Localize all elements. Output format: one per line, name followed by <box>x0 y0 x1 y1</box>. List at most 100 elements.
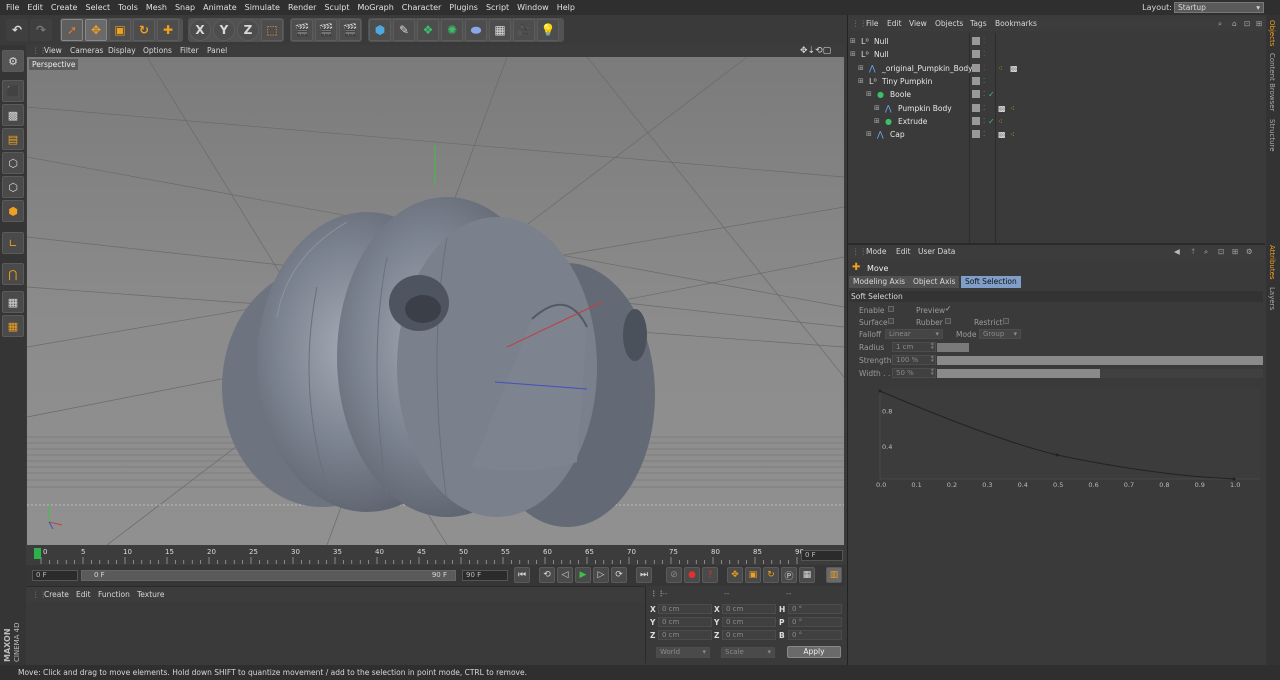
layer-icon[interactable] <box>972 116 980 125</box>
z-axis-button[interactable]: Z <box>237 19 259 41</box>
tag-checker-icon[interactable]: ▩ <box>998 102 1006 115</box>
layer-icon[interactable] <box>972 103 980 112</box>
position-field[interactable]: 0 cm <box>658 630 712 640</box>
camera-button[interactable]: 🎥 <box>513 19 535 41</box>
width-field[interactable]: 50 % ⁑ <box>892 368 936 378</box>
tab-structure[interactable]: Structure <box>1268 119 1276 152</box>
home-icon[interactable]: ⌂ <box>1232 17 1237 31</box>
cube-primitive-button[interactable]: ⬢ <box>369 19 391 41</box>
material-menu-texture[interactable]: Texture <box>137 587 164 602</box>
tab-layers[interactable]: Layers <box>1268 287 1276 310</box>
radius-slider[interactable] <box>937 343 969 352</box>
lock-icon[interactable]: ⊞ <box>1232 245 1238 259</box>
menu-item-tools[interactable]: Tools <box>114 0 142 15</box>
tab-content-browser[interactable]: Content Browser <box>1268 53 1276 111</box>
texture-mode-button[interactable]: ▩ <box>2 104 24 126</box>
attr-menu-user-data[interactable]: User Data <box>918 245 955 259</box>
object-name[interactable]: Pumpkin Body <box>898 102 952 115</box>
tab-attributes[interactable]: Attributes <box>1268 245 1276 280</box>
menu-item-sculpt[interactable]: Sculpt <box>320 0 353 15</box>
object-row[interactable]: ⊞ L⁰ Tiny Pumpkin ⁚ <box>848 75 1266 88</box>
tab-modeling-axis[interactable]: Modeling Axis <box>849 276 910 288</box>
tab-object-axis[interactable]: Object Axis <box>909 276 960 288</box>
material-menu-create[interactable]: Create <box>44 587 69 602</box>
world-select[interactable]: World ▾ <box>656 647 710 658</box>
viewport-menu-options[interactable]: Options <box>143 45 172 57</box>
object-row[interactable]: ⊞ ⋀ Cap ⁚ ▩ ⁖ <box>848 128 1266 141</box>
apply-button[interactable]: Apply <box>787 646 841 658</box>
back-arrow-icon[interactable]: ◀ <box>1174 245 1180 259</box>
menu-item-snap[interactable]: Snap <box>171 0 199 15</box>
settings-icon[interactable]: ⚙ <box>1246 245 1253 259</box>
object-name[interactable]: Tiny Pumpkin <box>882 75 932 88</box>
rotation-field[interactable]: 0 ° <box>788 604 842 614</box>
undo-button[interactable]: ↶ <box>6 19 28 41</box>
end-frame-field[interactable]: 90 F <box>462 570 508 581</box>
expand-toggle-icon[interactable]: ⊞ <box>850 35 856 48</box>
object-row[interactable]: ⊞ ● Boole ⁚ ✓ <box>848 88 1266 101</box>
viewport-menu-panel[interactable]: Panel <box>207 45 227 57</box>
tab-objects[interactable]: Objects <box>1268 20 1276 46</box>
visibility-dots-icon[interactable]: ⁚ <box>983 88 985 101</box>
menu-item-window[interactable]: Window <box>513 0 553 15</box>
falloff-curve-graph[interactable]: 0.8 0.4 0.0 0.1 0.2 0.3 0.4 0.5 0.6 0.7 0.8 0.9 1.0 <box>852 379 1262 489</box>
rotate-tool-button[interactable]: ↻ <box>133 19 155 41</box>
falloff-select[interactable]: Linear ▾ <box>885 329 943 339</box>
size-field[interactable]: 0 cm <box>722 604 776 614</box>
menu-item-animate[interactable]: Animate <box>199 0 241 15</box>
tag-points-icon[interactable]: ⁖ <box>1010 102 1015 115</box>
menu-item-character[interactable]: Character <box>398 0 446 15</box>
size-field[interactable]: 0 cm <box>722 617 776 627</box>
perspective-viewport[interactable]: Perspective <box>27 57 844 545</box>
viewport-menu-cameras[interactable]: Cameras <box>70 45 103 57</box>
material-menu-edit[interactable]: Edit <box>76 587 91 602</box>
light-button[interactable]: 💡 <box>537 19 559 41</box>
tag-checker-icon[interactable]: ▩ <box>1010 62 1018 75</box>
snap-button[interactable]: ⋂ <box>2 263 24 285</box>
frame-range-slider[interactable]: 0 F 90 F <box>81 570 456 581</box>
next-frame-button[interactable]: ▷ <box>593 567 609 583</box>
object-menu-bookmarks[interactable]: Bookmarks <box>995 17 1037 31</box>
object-row[interactable]: ⊞ L⁰ Null ⁚ <box>848 35 1266 48</box>
layout-select[interactable]: Startup ▾ <box>1174 2 1264 13</box>
record-keys-button[interactable]: ⊘ <box>666 567 682 583</box>
viewport-menu-filter[interactable]: Filter <box>180 45 199 57</box>
render-settings-button[interactable]: 🎬 <box>339 19 361 41</box>
expand-toggle-icon[interactable]: ⊞ <box>874 102 880 115</box>
object-menu-file[interactable]: File <box>866 17 879 31</box>
search-icon[interactable]: ⌕ <box>1218 17 1222 31</box>
scale-tool-button[interactable]: ▣ <box>109 19 131 41</box>
layer-icon[interactable] <box>972 37 980 45</box>
new-window-icon[interactable]: ⊡ <box>1218 245 1224 259</box>
move-tool-button[interactable]: ✥ <box>85 19 107 41</box>
x-axis-button[interactable]: X <box>189 19 211 41</box>
menu-item-edit[interactable]: Edit <box>23 0 47 15</box>
pen-spline-button[interactable]: ✎ <box>393 19 415 41</box>
position-field[interactable]: 0 cm <box>658 604 712 614</box>
enable-checkbox[interactable] <box>888 306 894 312</box>
new-window-icon[interactable]: ⊡ <box>1244 17 1250 31</box>
menu-item-script[interactable]: Script <box>482 0 513 15</box>
menu-item-file[interactable]: File <box>2 0 23 15</box>
tag-points-icon[interactable]: ⁖ <box>998 62 1003 75</box>
rubber-checkbox[interactable] <box>945 318 951 324</box>
tag-checker-icon[interactable]: ▩ <box>998 128 1006 141</box>
rotation-field[interactable]: 0 ° <box>788 617 842 627</box>
strength-slider[interactable] <box>937 356 1263 365</box>
radius-field[interactable]: 1 cm ⁑ <box>892 342 936 352</box>
timeline-toggle-button[interactable]: ▥ <box>826 567 842 583</box>
restrict-checkbox[interactable] <box>1003 318 1009 324</box>
timeline-ruler[interactable]: 0 5 10 15 20 25 30 35 40 45 50 55 60 65 70 75 80 85 90 0 F <box>26 545 845 565</box>
visibility-dots-icon[interactable]: ⁚ <box>983 62 985 75</box>
current-frame-field[interactable]: 0 F <box>801 550 843 561</box>
scale-select[interactable]: Scale ▾ <box>721 647 775 658</box>
render-view-button[interactable]: 🎬 <box>291 19 313 41</box>
object-name[interactable]: Extrude <box>898 115 927 128</box>
rotation-field[interactable]: 0 ° <box>788 630 842 640</box>
layer-icon[interactable] <box>972 76 980 85</box>
object-row[interactable]: ⊞ ● Extrude ⁚ ✓ ⁖ <box>848 115 1266 128</box>
search-icon[interactable]: ⌕ <box>1204 245 1208 259</box>
object-row[interactable]: ⊞ ⋀ Pumpkin Body ⁚ ▩ ⁖ <box>848 102 1266 115</box>
lock-icon[interactable]: ⊞ <box>1256 17 1262 31</box>
object-name[interactable]: Boole <box>890 88 911 101</box>
